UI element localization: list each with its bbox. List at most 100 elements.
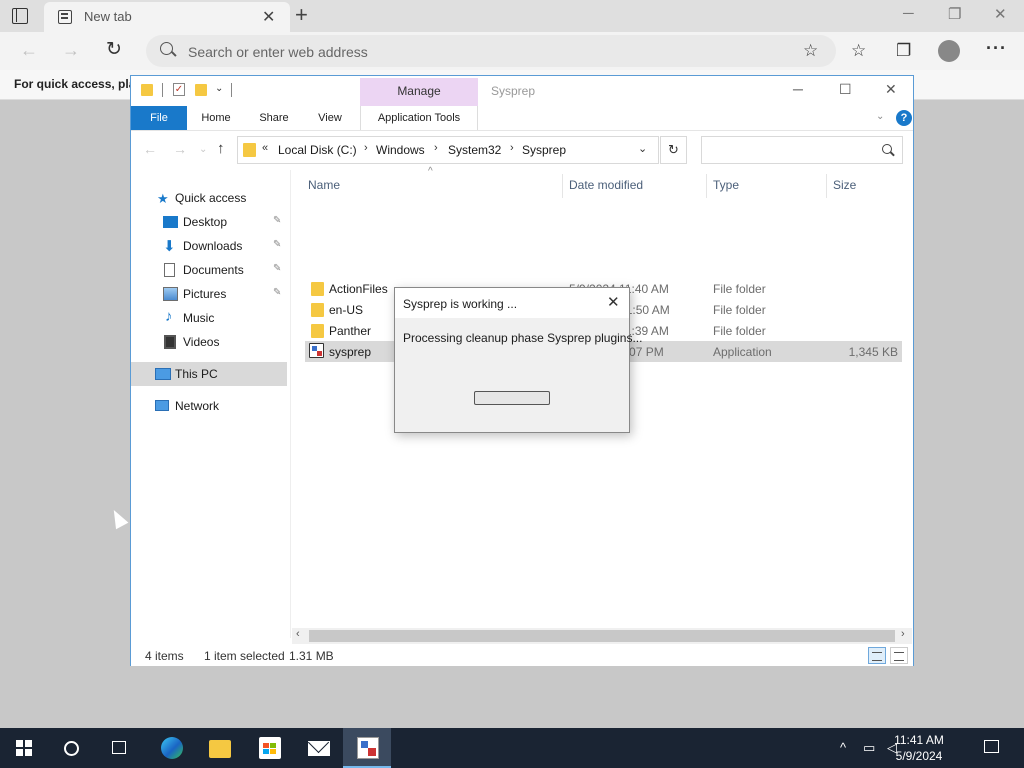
task-view-icon[interactable]	[112, 741, 126, 754]
windows-start-icon[interactable]	[16, 740, 32, 756]
music-icon: ♪	[165, 308, 173, 325]
pin-icon[interactable]: ✎	[273, 239, 281, 250]
favorites-icon[interactable]: ☆	[851, 41, 866, 61]
show-hidden-icons-icon[interactable]: ^	[840, 740, 846, 755]
address-history-icon[interactable]: ⌄	[638, 142, 647, 155]
sidebar-item-downloads[interactable]: ⬇ Downloads ✎	[131, 234, 287, 258]
taskbar-mail[interactable]	[294, 728, 342, 768]
scrollbar-thumb[interactable]	[309, 630, 895, 642]
folder-icon	[141, 84, 153, 96]
sidebar-item-network[interactable]: Network	[131, 394, 287, 418]
sidebar-item-this-pc[interactable]: This PC	[131, 362, 287, 386]
add-favorite-icon[interactable]: ☆	[803, 41, 818, 61]
explorer-forward-icon[interactable]: →	[173, 141, 187, 157]
dialog-close-icon[interactable]: ✕	[607, 293, 620, 311]
explorer-search-input[interactable]	[701, 136, 903, 164]
breadcrumb[interactable]: « Local Disk (C:) › Windows › System32 ›…	[237, 136, 659, 164]
scroll-right-icon[interactable]: ›	[901, 628, 905, 640]
taskbar-file-explorer[interactable]	[195, 728, 243, 768]
sidebar-item-pictures[interactable]: Pictures ✎	[131, 282, 287, 306]
customize-qa-icon[interactable]: ⌄	[215, 83, 223, 94]
forward-icon[interactable]: →	[62, 40, 80, 61]
details-view-icon[interactable]	[868, 647, 886, 664]
browser-close-icon[interactable]: ✕	[994, 5, 1007, 23]
explorer-maximize-icon[interactable]: ☐	[839, 81, 852, 98]
back-icon[interactable]: ←	[20, 40, 38, 61]
navigation-pane: ★ Quick access Desktop ✎ ⬇ Downloads ✎ D…	[131, 170, 291, 638]
collections-icon[interactable]: ❐	[896, 41, 911, 61]
network-status-icon[interactable]: ▭	[863, 740, 875, 756]
tab-file[interactable]: File	[131, 106, 187, 130]
sidebar-item-videos[interactable]: Videos	[131, 330, 287, 354]
taskbar-clock[interactable]: 11:41 AM 5/9/2024	[884, 732, 954, 764]
sidebar-label: Videos	[183, 335, 220, 349]
explorer-refresh-icon[interactable]: ↻	[660, 136, 687, 164]
tab-view[interactable]: View	[307, 106, 353, 130]
sidebar-item-music[interactable]: ♪ Music	[131, 306, 287, 330]
large-icons-view-icon[interactable]	[890, 647, 908, 664]
column-separator[interactable]	[706, 174, 707, 198]
address-placeholder: Search or enter web address	[188, 44, 368, 60]
sidebar-item-documents[interactable]: Documents ✎	[131, 258, 287, 282]
action-center-icon[interactable]	[984, 740, 999, 753]
taskbar-edge[interactable]	[147, 728, 195, 768]
breadcrumb-local-disk[interactable]: Local Disk (C:)	[278, 143, 357, 157]
manage-context-tab[interactable]: Manage	[360, 78, 478, 106]
column-header-date-modified[interactable]: Date modified	[569, 178, 643, 192]
breadcrumb-system32[interactable]: System32	[448, 143, 501, 157]
breadcrumb-sysprep[interactable]: Sysprep	[522, 143, 566, 157]
breadcrumb-chevron-icon[interactable]: ›	[364, 142, 368, 154]
sysprep-icon	[357, 737, 379, 759]
column-header-type[interactable]: Type	[713, 178, 739, 192]
taskbar-sysprep[interactable]	[343, 728, 391, 768]
pin-icon[interactable]: ✎	[273, 263, 281, 274]
sidebar-label: Music	[183, 311, 215, 325]
taskbar-store[interactable]	[245, 728, 293, 768]
column-separator[interactable]	[826, 174, 827, 198]
breadcrumb-chevron-icon[interactable]: ›	[434, 142, 438, 154]
profile-avatar-icon[interactable]	[938, 40, 960, 62]
recent-locations-icon[interactable]: ⌄	[199, 144, 207, 155]
selection-size: 1.31 MB	[289, 649, 334, 663]
explorer-minimize-icon[interactable]: ─	[793, 81, 803, 97]
taskbar-search-icon[interactable]	[64, 741, 79, 756]
sidebar-label: Desktop	[183, 215, 228, 229]
tab-close-icon[interactable]: ✕	[262, 7, 275, 27]
more-options-icon[interactable]: ···	[986, 38, 1007, 59]
sidebar-item-desktop[interactable]: Desktop ✎	[131, 210, 287, 234]
tab-actions-icon[interactable]	[12, 8, 28, 24]
refresh-icon[interactable]: ↻	[106, 38, 122, 61]
pin-icon[interactable]: ✎	[273, 215, 281, 226]
file-type: Application	[713, 345, 772, 359]
column-header-size[interactable]: Size	[833, 178, 856, 192]
scroll-left-icon[interactable]: ‹	[296, 628, 300, 640]
new-tab-button[interactable]: +	[295, 2, 308, 28]
tab-home[interactable]: Home	[193, 106, 239, 130]
horizontal-scrollbar[interactable]: ‹ ›	[292, 628, 912, 644]
breadcrumb-windows[interactable]: Windows	[376, 143, 425, 157]
tab-share[interactable]: Share	[251, 106, 297, 130]
breadcrumb-chevron-icon[interactable]: ›	[510, 142, 514, 154]
breadcrumb-overflow-icon[interactable]: «	[262, 142, 268, 154]
file-type: File folder	[713, 324, 766, 338]
sidebar-item-quick-access[interactable]: ★ Quick access	[131, 186, 287, 210]
browser-toolbar: ← → ↻ Search or enter web address ☆ ☆ ❐ …	[0, 32, 1024, 70]
up-folder-icon[interactable]: ↑	[217, 140, 225, 157]
selection-count: 1 item selected	[204, 649, 285, 663]
help-icon[interactable]: ?	[896, 110, 912, 126]
explorer-close-icon[interactable]: ✕	[885, 81, 897, 98]
expand-ribbon-icon[interactable]: ⌄	[876, 111, 884, 122]
explorer-back-icon[interactable]: ←	[143, 141, 157, 157]
column-header-name[interactable]: Name	[308, 178, 340, 192]
address-bar[interactable]: Search or enter web address ☆	[146, 35, 836, 67]
folder-icon	[243, 143, 256, 157]
browser-minimize-icon[interactable]: ─	[903, 5, 914, 22]
browser-tab-new-tab[interactable]: New tab ✕	[44, 2, 290, 32]
progress-bar	[474, 391, 550, 405]
tab-application-tools[interactable]: Application Tools	[360, 106, 478, 130]
new-folder-icon[interactable]	[195, 84, 207, 96]
properties-icon[interactable]: ✓	[173, 83, 185, 96]
column-separator[interactable]	[562, 174, 563, 198]
browser-restore-icon[interactable]: ❐	[948, 5, 961, 23]
pin-icon[interactable]: ✎	[273, 287, 281, 298]
